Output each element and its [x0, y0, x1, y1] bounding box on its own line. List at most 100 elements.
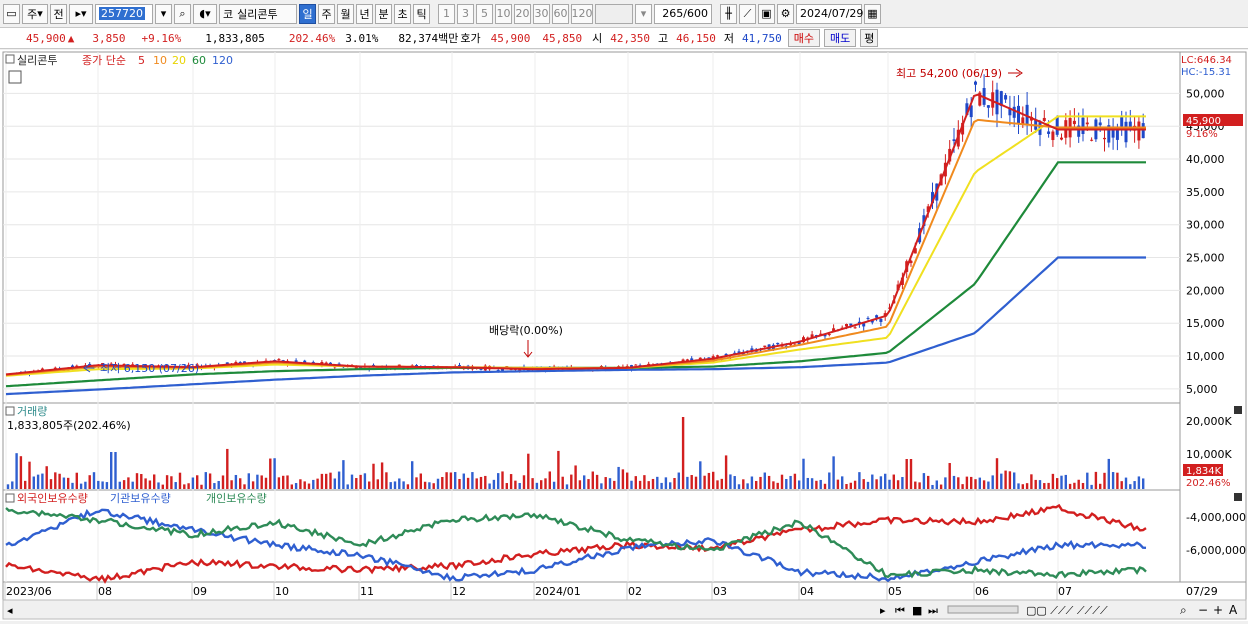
volume-bar [277, 477, 281, 489]
volume-bar [1008, 471, 1012, 489]
volume-bar [1000, 473, 1003, 489]
candle-body [853, 327, 857, 329]
volume-bar [41, 473, 44, 489]
first-icon[interactable]: ⏮ [895, 604, 905, 617]
volume-bar [88, 475, 91, 489]
search-icon[interactable]: ⌕ [174, 3, 191, 24]
window-menu-icon[interactable]: ▭ [3, 3, 20, 24]
calendar-icon[interactable]: ▦ [864, 3, 881, 24]
volume-bar [183, 484, 186, 489]
volume-bar [363, 473, 367, 489]
table-icon[interactable] [8, 70, 22, 84]
volume-bar [578, 480, 582, 489]
gear-icon[interactable]: ⚙ [777, 3, 794, 24]
volume-bar [621, 469, 625, 489]
volume-bar [1047, 482, 1050, 489]
stop-icon[interactable]: ■ [912, 604, 922, 617]
zoom-slider[interactable] [947, 605, 1019, 614]
speaker-icon[interactable]: ◖▾ [193, 3, 217, 24]
stock-name-field[interactable]: 코 실리콘투 [219, 3, 297, 24]
holdings-panel-close-icon[interactable] [1234, 493, 1242, 501]
buy-button[interactable]: 매수 [787, 29, 820, 47]
volume-bar [552, 481, 556, 489]
price-panel[interactable] [2, 51, 1181, 404]
zoom-out-icon[interactable]: − [1198, 603, 1208, 617]
candle-icon[interactable]: ╫ [720, 3, 737, 24]
type-selector[interactable]: 주 ▾ [22, 3, 48, 24]
volume-bar [1090, 484, 1093, 489]
volume-panel-close-icon[interactable] [1234, 406, 1242, 414]
price-y-tick: 50,000 [1186, 87, 1225, 100]
toolbar: ▭ 주 ▾ 전 ▸▾ 257720 ▾ ⌕ ◖▾ 코 실리콘투 일 주 월 년 분 … [0, 0, 1248, 28]
sell-button[interactable]: 매도 [823, 29, 857, 47]
min-30[interactable]: 30 [533, 3, 550, 24]
x-axis-label: 06 [975, 585, 989, 598]
high-label: 고 [657, 32, 669, 45]
legend-ma-title: 종가 단순 [82, 54, 126, 67]
price-y-tick: 25,000 [1186, 252, 1225, 265]
x-axis-label: 10 [275, 585, 289, 598]
volume-bar [406, 484, 410, 489]
zoom-icon[interactable]: ⌕ [1180, 603, 1187, 617]
volume-bar [1060, 475, 1063, 489]
volume-bar [866, 481, 870, 489]
candle-body [1115, 129, 1119, 140]
candle-body [845, 323, 848, 327]
tab-second[interactable]: 초 [394, 3, 411, 24]
volume-tick-10000k: 10,000K [1186, 448, 1232, 461]
min-3[interactable]: 3 [457, 3, 474, 24]
scroll-right-icon[interactable]: ▸ [880, 604, 886, 617]
period-dropdown[interactable] [595, 3, 633, 24]
x-axis-label: 07 [1058, 585, 1072, 598]
chart-area[interactable]: 50,000 45,000 40,000 35,000 30,000 25,000 20,0… [0, 50, 1248, 621]
zoom-in-icon[interactable]: + [1213, 603, 1223, 617]
tab-tick[interactable]: 틱 [413, 3, 430, 24]
eval-button[interactable]: 평 [860, 29, 879, 47]
min-120[interactable]: 120 [571, 3, 593, 24]
volume-bar [957, 477, 960, 489]
tool-icons[interactable]: ▢▢ ⟋⟋⟋ ⟋⟋⟋⟋ [1026, 604, 1108, 617]
scroll-left-icon[interactable]: ◂ [7, 604, 13, 617]
date-input[interactable]: 2024/07/29 [796, 3, 863, 24]
chart-svg[interactable]: 50,00045,00040,00035,00030,00025,00020,0… [0, 50, 1248, 621]
stock-code-input[interactable]: 257720 [95, 3, 153, 24]
candle-body [879, 318, 883, 322]
volume-bar [372, 463, 375, 489]
tab-week[interactable]: 주 [318, 3, 335, 24]
draw-line-icon[interactable]: ⟋ [739, 3, 756, 24]
save-icon[interactable]: ▣ [758, 3, 775, 24]
last-icon[interactable]: ⏭ [928, 604, 938, 617]
count-input[interactable]: 265/600 [654, 3, 712, 24]
min-60[interactable]: 60 [552, 3, 569, 24]
min-5[interactable]: 5 [476, 3, 493, 24]
volume-bar [471, 472, 474, 489]
tab-year[interactable]: 년 [356, 3, 373, 24]
lc-label: LC:646.34 [1181, 55, 1232, 66]
tab-day[interactable]: 일 [299, 3, 316, 24]
text-tool-icon[interactable]: A [1229, 603, 1238, 617]
tab-minute[interactable]: 분 [375, 3, 392, 24]
code-dropdown-icon[interactable]: ▾ [155, 3, 172, 24]
min-20[interactable]: 20 [514, 3, 531, 24]
volume-bar [368, 481, 371, 489]
candle-body [1085, 122, 1089, 125]
holdings-panel[interactable] [2, 489, 1181, 583]
tab-month[interactable]: 월 [337, 3, 354, 24]
expand-icon[interactable]: ▸▾ [69, 3, 93, 24]
volume-bar [939, 484, 943, 489]
volume-bar [269, 458, 272, 489]
volume-bar [1073, 482, 1076, 489]
min-10[interactable]: 10 [495, 3, 512, 24]
volume-bar [871, 474, 874, 489]
volume-bar [789, 475, 792, 489]
volume-bar [49, 479, 53, 489]
volume-bar [54, 472, 57, 489]
prev-button[interactable]: 전 [50, 3, 67, 24]
volume-bar [432, 483, 435, 489]
candle-body [1055, 116, 1059, 135]
dropdown-chevron-icon[interactable]: ▾ [635, 3, 652, 24]
volume-bar [1129, 484, 1132, 489]
volume-bar [234, 474, 238, 489]
candle-body [1012, 106, 1016, 118]
min-1[interactable]: 1 [438, 3, 455, 24]
